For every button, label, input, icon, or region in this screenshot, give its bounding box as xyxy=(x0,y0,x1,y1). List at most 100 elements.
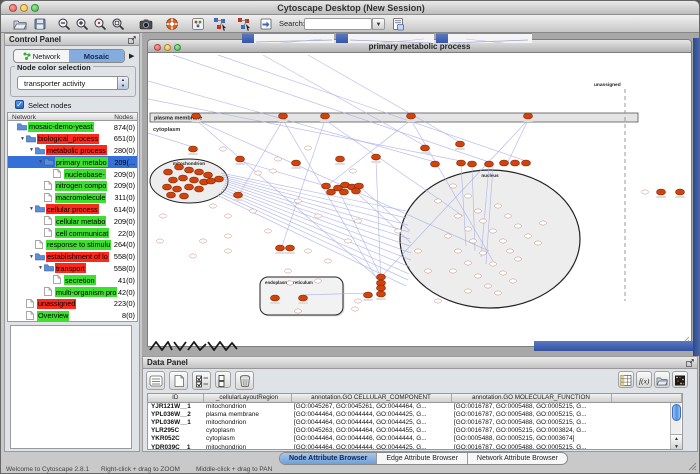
graph-edge[interactable] xyxy=(263,55,425,146)
table-cell[interactable]: plasma membrane xyxy=(203,410,291,418)
graph-node-small[interactable] xyxy=(540,221,547,225)
graph-node-small[interactable] xyxy=(220,147,227,151)
graph-node[interactable] xyxy=(163,184,172,190)
graph-node-small[interactable] xyxy=(350,169,357,173)
graph-node-small[interactable] xyxy=(490,262,497,266)
graph-node-small[interactable] xyxy=(210,204,217,208)
table-cell[interactable]: YJR121W__1 xyxy=(148,402,203,410)
graph-node-small[interactable] xyxy=(490,229,497,233)
graph-edge[interactable] xyxy=(356,192,411,243)
graph-node-small[interactable] xyxy=(255,171,262,175)
create-attribute-icon[interactable] xyxy=(169,371,188,390)
graph-node[interactable] xyxy=(271,295,280,301)
zoom-in-icon[interactable] xyxy=(75,17,89,31)
graph-node-small[interactable] xyxy=(157,239,164,243)
zoom-out-icon[interactable] xyxy=(57,17,71,31)
graph-node-small[interactable] xyxy=(515,257,522,261)
graph-node[interactable] xyxy=(180,193,189,199)
graph-node[interactable] xyxy=(522,160,531,166)
graph-node[interactable] xyxy=(524,113,533,119)
graph-node-small[interactable] xyxy=(287,281,294,285)
heatmap-icon[interactable] xyxy=(672,371,688,388)
graph-node-small[interactable] xyxy=(295,199,302,203)
graph-node[interactable] xyxy=(236,156,245,162)
tab-node-attribute-browser[interactable]: Node Attribute Browser xyxy=(280,453,377,464)
table-cell[interactable]: [GO:0016787, GO:0005488, GO:0005215, G..… xyxy=(451,418,611,426)
graph-node[interactable] xyxy=(185,184,194,190)
table-row[interactable]: YJR121W__1mitochondrion[GO:0045267, GO:0… xyxy=(148,402,682,410)
graph-node[interactable] xyxy=(179,175,188,181)
graph-node-small[interactable] xyxy=(465,227,472,231)
search-dropdown-button[interactable]: ▼ xyxy=(372,18,385,30)
graph-node-small[interactable] xyxy=(475,209,482,213)
attribute-table[interactable]: ID_cellularLayoutRegionannotation.GO CEL… xyxy=(147,393,683,450)
graph-node-small[interactable] xyxy=(435,299,442,303)
tree-row-cellular-metabo[interactable]: cellular metabo209(0) xyxy=(8,215,137,227)
graph-edge[interactable] xyxy=(218,55,526,161)
table-row[interactable]: YLR295Ccytoplasm[GO:0045263, GO:0044464,… xyxy=(148,427,682,435)
graph-node-small[interactable] xyxy=(475,274,482,278)
column-header[interactable]: ID xyxy=(148,394,203,402)
table-cell[interactable]: YLR295C xyxy=(148,427,203,435)
background-window-titlebar[interactable] xyxy=(534,341,693,351)
snapshot-camera-icon[interactable] xyxy=(139,17,153,31)
graph-node-small[interactable] xyxy=(200,239,207,243)
graph-edge[interactable] xyxy=(328,120,411,185)
tree-row-metabolic-process[interactable]: ▼metabolic process280(0) xyxy=(8,145,137,157)
tab-edge-attribute-browser[interactable]: Edge Attribute Browser xyxy=(377,453,468,464)
unselect-all-attributes-icon[interactable] xyxy=(215,371,231,388)
table-row[interactable]: YPL036W__1mitochondrion[GO:0044464, GO:0… xyxy=(148,418,682,426)
table-cell[interactable]: [GO:0016787, GO:0005488, GO:0005215, G..… xyxy=(451,443,611,450)
graph-node[interactable] xyxy=(511,160,520,166)
graph-node-small[interactable] xyxy=(295,309,302,313)
delete-attribute-icon[interactable] xyxy=(235,371,254,390)
tree-row-nitrogen-compo[interactable]: nitrogen compo209(0) xyxy=(8,180,137,192)
graph-node[interactable] xyxy=(407,113,416,119)
disclosure-triangle-icon[interactable]: ▼ xyxy=(19,136,26,142)
tree-row-macromolecule[interactable]: macromolecule311(0) xyxy=(8,192,137,204)
graph-node[interactable] xyxy=(500,160,509,166)
graph-node[interactable] xyxy=(292,160,301,166)
graph-node[interactable] xyxy=(234,192,243,198)
table-cell[interactable]: mitochondrion xyxy=(203,418,291,426)
graph-node[interactable] xyxy=(321,113,330,119)
disclosure-triangle-icon[interactable]: ▼ xyxy=(28,206,35,212)
more-tabs-arrow-icon[interactable]: ▶ xyxy=(129,52,134,60)
app-resize-grip[interactable] xyxy=(687,461,697,471)
dropdown-stepper-icon[interactable]: ▲▼ xyxy=(117,77,128,89)
table-cell[interactable]: [GO:0016787, GO:0005488, GO:0005215, G..… xyxy=(451,402,611,410)
graph-node[interactable] xyxy=(364,292,373,298)
report-icon[interactable] xyxy=(391,17,405,31)
tree-row-transport[interactable]: ▼transport558(0) xyxy=(8,263,137,275)
tab-network[interactable]: Network xyxy=(14,50,69,62)
graph-node-small[interactable] xyxy=(225,234,232,238)
table-cell[interactable]: cytoplasm xyxy=(203,427,291,435)
graph-node[interactable] xyxy=(676,189,685,195)
graph-node-small[interactable] xyxy=(190,254,197,258)
table-cell[interactable]: YPL036W__1 xyxy=(148,418,203,426)
graph-node[interactable] xyxy=(195,169,204,175)
graph-node[interactable] xyxy=(657,189,666,195)
graph-node[interactable] xyxy=(286,245,295,251)
tree-row-biological-process[interactable]: ▼biological_process651(0) xyxy=(8,133,137,145)
tree-row-cellular-process[interactable]: ▼cellular process614(0) xyxy=(8,204,137,216)
graph-edge[interactable] xyxy=(223,187,411,260)
graph-node-small[interactable] xyxy=(265,229,272,233)
table-cell[interactable]: mitochondrion xyxy=(203,443,291,450)
table-cell[interactable]: mitochondrion xyxy=(203,402,291,410)
graph-node[interactable] xyxy=(189,146,198,152)
graph-node-small[interactable] xyxy=(470,239,477,243)
graph-node[interactable] xyxy=(377,274,386,280)
attribute-matrix-icon[interactable] xyxy=(618,371,634,388)
graph-node-small[interactable] xyxy=(507,249,514,253)
graph-node[interactable] xyxy=(340,189,349,195)
column-header[interactable]: annotation.GO CELLULAR_COMPONENT xyxy=(291,394,451,402)
graph-node-small[interactable] xyxy=(425,269,432,273)
table-cell[interactable]: YDR039C__1 xyxy=(148,443,203,450)
graph-node-small[interactable] xyxy=(285,269,292,273)
table-row[interactable]: YDR039C__1mitochondrion[GO:0044464, GO:0… xyxy=(148,443,682,450)
graph-node[interactable] xyxy=(372,154,381,160)
tree-row-primary-metabo[interactable]: ▼primary metabo209(... xyxy=(8,156,137,168)
scrollbar-arrows[interactable]: ▲▼ xyxy=(671,434,682,450)
graph-node[interactable] xyxy=(336,156,345,162)
